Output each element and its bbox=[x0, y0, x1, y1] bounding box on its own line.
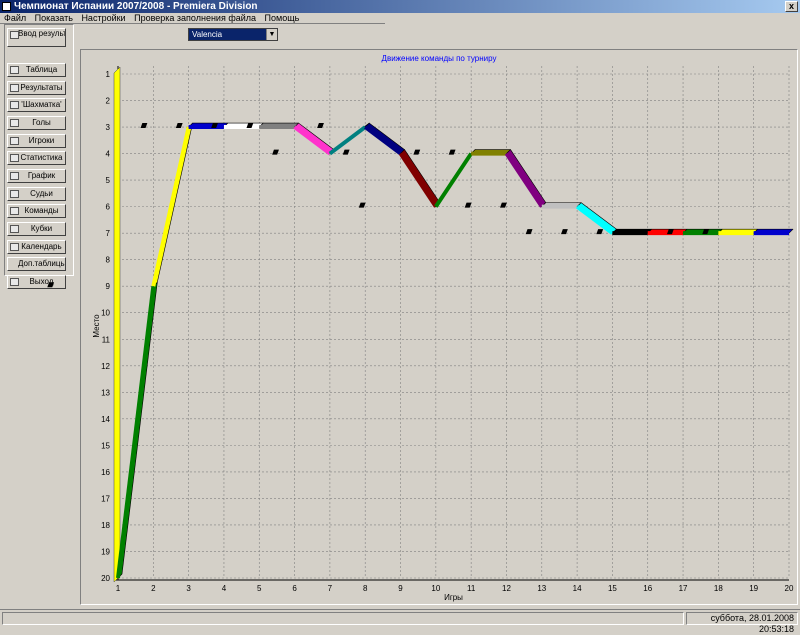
x-tick-label: 7 bbox=[328, 584, 333, 593]
x-tick-label: 11 bbox=[467, 584, 476, 593]
y-tick-label: 19 bbox=[101, 547, 110, 556]
x-tick-label: 8 bbox=[363, 584, 368, 593]
status-left bbox=[2, 612, 684, 625]
y-tick-label: 5 bbox=[106, 176, 111, 185]
x-tick-label: 9 bbox=[398, 584, 403, 593]
x-tick-label: 17 bbox=[679, 584, 688, 593]
y-tick-label: 6 bbox=[106, 203, 111, 212]
x-tick-label: 5 bbox=[257, 584, 262, 593]
y-axis-label: Место bbox=[92, 314, 101, 338]
y-tick-label: 3 bbox=[106, 123, 111, 132]
y-tick-label: 14 bbox=[101, 415, 110, 424]
plot-area bbox=[118, 66, 789, 578]
y-tick-label: 18 bbox=[101, 521, 110, 530]
y-tick-label: 16 bbox=[101, 468, 110, 477]
x-tick-label: 3 bbox=[186, 584, 191, 593]
y-tick-label: 9 bbox=[106, 282, 111, 291]
status-datetime: суббота, 28.01.2008 20:53:18 bbox=[686, 612, 798, 634]
x-tick-label: 6 bbox=[292, 584, 297, 593]
x-axis-label: Игры bbox=[444, 593, 463, 602]
y-tick-label: 8 bbox=[106, 256, 111, 265]
y-tick-label: 1 bbox=[106, 70, 111, 79]
left-axis-bar bbox=[113, 66, 121, 583]
y-tick-label: 15 bbox=[101, 441, 110, 450]
y-tick-label: 11 bbox=[102, 335, 111, 344]
x-tick-label: 12 bbox=[502, 584, 511, 593]
y-tick-label: 17 bbox=[101, 494, 110, 503]
y-tick-label: 20 bbox=[101, 574, 110, 583]
x-tick-label: 18 bbox=[714, 584, 723, 593]
x-tick-label: 2 bbox=[151, 584, 156, 593]
y-tick-label: 12 bbox=[101, 362, 110, 371]
x-tick-label: 15 bbox=[608, 584, 617, 593]
y-tick-label: 13 bbox=[101, 388, 110, 397]
y-tick-label: 10 bbox=[101, 309, 110, 318]
position-chart: 12345678910111213141516171819201 2 3 4 5 6 7 8 9… bbox=[47, 66, 794, 602]
y-tick-label: 7 bbox=[106, 229, 111, 238]
x-tick-label: 20 bbox=[785, 584, 794, 593]
y-tick-label: 4 bbox=[106, 150, 111, 159]
status-bar: суббота, 28.01.2008 20:53:18 bbox=[0, 609, 800, 634]
series-point bbox=[47, 282, 55, 288]
x-tick-label: 19 bbox=[749, 584, 758, 593]
x-tick-label: 10 bbox=[431, 584, 440, 593]
y-tick-label: 2 bbox=[106, 97, 111, 106]
x-tick-label: 1 bbox=[116, 584, 121, 593]
x-tick-label: 16 bbox=[643, 584, 652, 593]
x-tick-label: 4 bbox=[222, 584, 227, 593]
x-tick-label: 14 bbox=[573, 584, 582, 593]
x-tick-label: 13 bbox=[537, 584, 546, 593]
